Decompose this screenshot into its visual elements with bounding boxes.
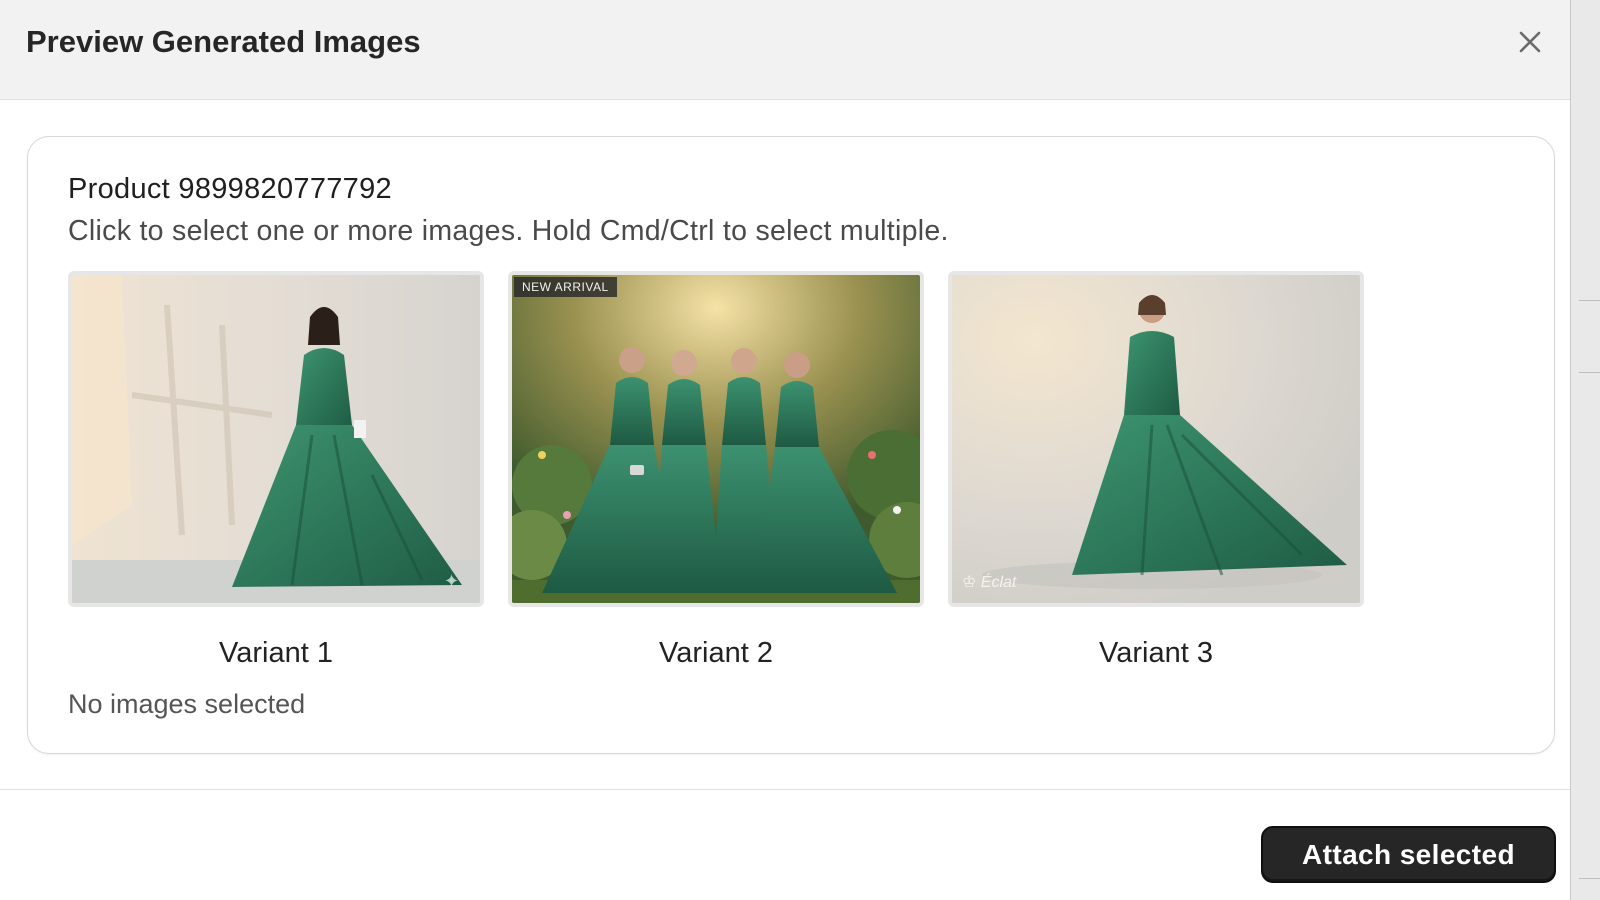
attach-selected-button[interactable]: Attach selected bbox=[1261, 826, 1556, 883]
product-title: Product 9899820777792 bbox=[68, 173, 392, 205]
variant-card-1[interactable]: ✦ Variant 1 bbox=[68, 271, 484, 670]
variant-2-photo bbox=[512, 275, 920, 603]
variant-image-1[interactable]: ✦ bbox=[68, 271, 484, 607]
variant-image-2[interactable]: NEW ARRIVAL bbox=[508, 271, 924, 607]
modal-title: Preview Generated Images bbox=[26, 24, 421, 59]
variant-card-3[interactable]: ♔ Éclat Variant 3 bbox=[948, 271, 1364, 670]
close-icon bbox=[1519, 31, 1541, 53]
selection-status: No images selected bbox=[68, 689, 306, 719]
svg-text:♔ Éclat: ♔ Éclat bbox=[962, 572, 1017, 591]
variant-label-3: Variant 3 bbox=[1099, 637, 1213, 669]
variant-label-2: Variant 2 bbox=[659, 637, 773, 669]
footer-divider bbox=[0, 789, 1580, 790]
svg-text:✦: ✦ bbox=[444, 571, 459, 591]
variant-card-2[interactable]: NEW ARRIVAL Variant 2 bbox=[508, 271, 924, 670]
modal-header: Preview Generated Images bbox=[0, 0, 1580, 100]
close-button[interactable] bbox=[1512, 24, 1548, 60]
background-window-edge bbox=[1570, 0, 1600, 900]
product-panel: Product 9899820777792 Click to select on… bbox=[27, 136, 1555, 754]
variant-image-3[interactable]: ♔ Éclat bbox=[948, 271, 1364, 607]
new-arrival-badge: NEW ARRIVAL bbox=[514, 277, 617, 297]
variant-3-photo: ♔ Éclat bbox=[952, 275, 1360, 603]
variant-label-1: Variant 1 bbox=[219, 637, 333, 669]
variant-1-photo: ✦ bbox=[72, 275, 480, 603]
preview-images-modal: Preview Generated Images Product 9899820… bbox=[0, 0, 1600, 900]
selection-instructions: Click to select one or more images. Hold… bbox=[68, 215, 949, 247]
